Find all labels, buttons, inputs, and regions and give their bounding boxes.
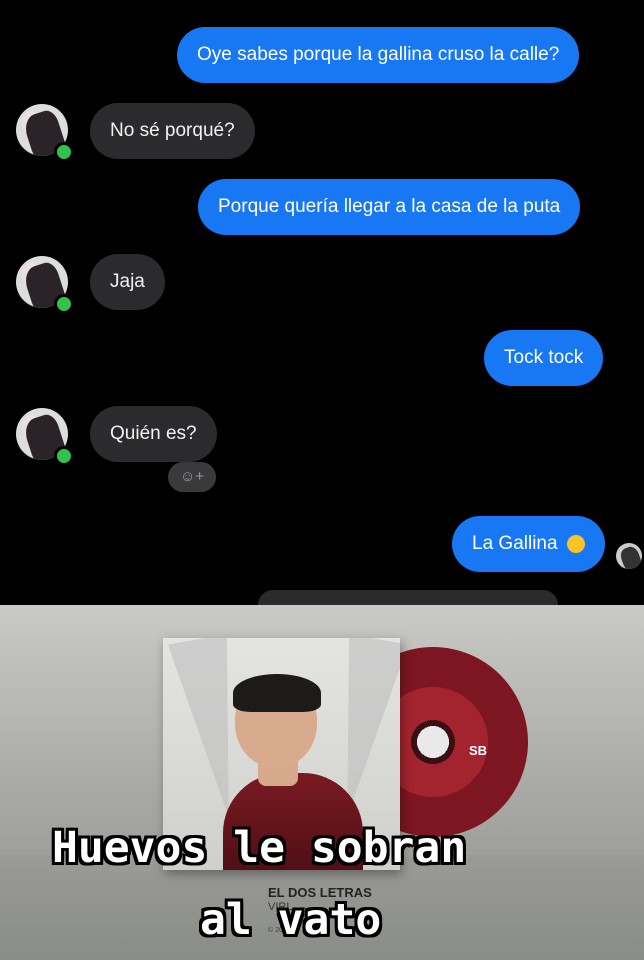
disc-logo: SB [468,743,488,758]
chat-thread: Oye sabes porque la gallina cruso la cal… [0,0,644,605]
online-indicator [54,142,74,162]
smiley-plus-icon[interactable]: ☺+ [168,462,216,492]
message-incoming[interactable]: No sé porqué? [90,103,255,159]
message-outgoing[interactable]: La Gallina [452,516,605,572]
message-incoming[interactable]: Quién es? [90,406,217,462]
online-indicator [54,446,74,466]
meme-panel: SB EL DOS LETRAS VIRL © 2018 S Huevos le… [0,605,644,960]
seen-avatar [616,543,642,569]
composer-bar[interactable] [258,590,558,605]
caption-line-1: Huevos le sobran [52,823,467,873]
message-outgoing[interactable]: Oye sabes porque la gallina cruso la cal… [177,27,580,83]
message-incoming[interactable]: Jaja [90,254,165,310]
online-indicator [54,294,74,314]
smiling-face-icon [566,534,585,553]
message-outgoing[interactable]: Porque quería llegar a la casa de la put… [198,179,581,235]
message-text: La Gallina [472,533,558,554]
message-outgoing[interactable]: Tock tock [484,330,604,386]
caption-line-2: al vato [200,895,382,945]
